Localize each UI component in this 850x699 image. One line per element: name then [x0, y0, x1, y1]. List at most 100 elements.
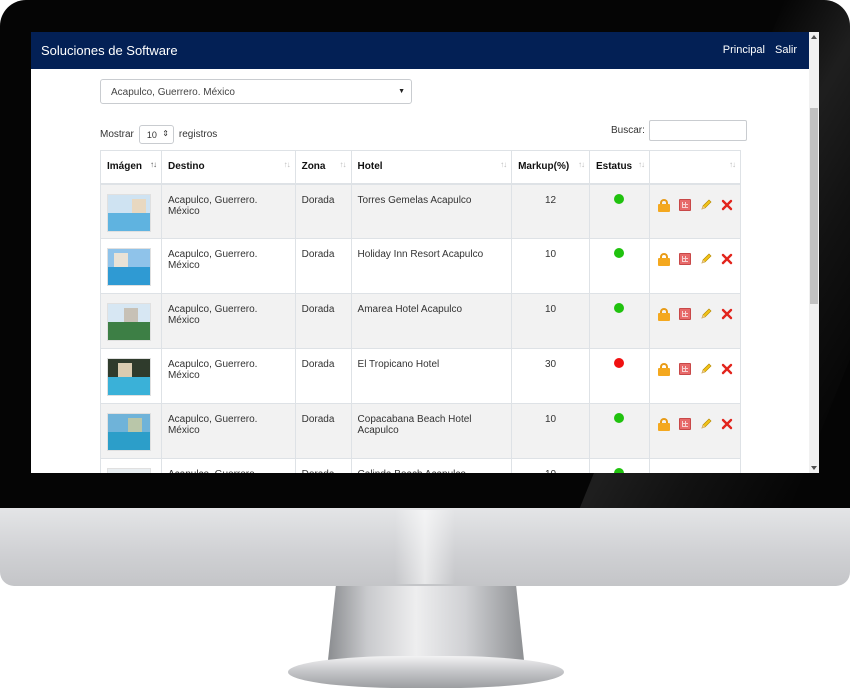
nav-link-salir[interactable]: Salir: [775, 44, 797, 56]
length-select[interactable]: 10 ⇕: [138, 125, 174, 144]
scroll-thumb[interactable]: [810, 108, 818, 304]
destination-select-value: Acapulco, Guerrero. México: [111, 87, 235, 98]
cell-zona: Dorada: [294, 348, 352, 404]
cell-estatus: [589, 293, 650, 349]
brand-title[interactable]: Soluciones de Software: [41, 43, 178, 58]
hotels-table: Imágen ↑↓ Destino ↑↓ Zona ↑↓ Hotel ↑↓ Markup…: [100, 150, 742, 473]
header-estatus[interactable]: Estatus ↑↓: [589, 150, 650, 185]
pencil-icon[interactable]: [700, 253, 712, 265]
cell-markup: 12: [511, 183, 590, 239]
sort-icon: ↑↓: [283, 160, 291, 169]
length-control: Mostrar 10 ⇕ registros: [100, 125, 217, 144]
pencil-icon[interactable]: [700, 418, 712, 430]
app-screen: Soluciones de Software Principal Salir A…: [31, 32, 819, 473]
cell-destino: Acapulco, Guerrero. México: [160, 348, 296, 404]
cell-markup: 10: [511, 293, 590, 349]
scroll-up-icon[interactable]: [809, 32, 819, 42]
header-label: Zona: [301, 161, 326, 172]
monitor-stand-neck: [328, 586, 524, 660]
cell-destino: Acapulco, Guerrero. México: [160, 458, 296, 473]
cell-markup: 10: [511, 403, 590, 459]
cell-destino: Acapulco, Guerrero. México: [160, 293, 296, 349]
table-row: Acapulco, Guerrero. México Dorada Copacaba…: [100, 403, 742, 459]
header-markup[interactable]: Markup(%) ↑↓: [511, 150, 590, 185]
table-row: Acapulco, Guerrero. México Dorada Amarea H…: [100, 293, 742, 349]
updown-caret-icon: ⇕: [162, 129, 169, 138]
hotel-thumbnail[interactable]: [107, 248, 151, 286]
cell-image: [100, 238, 162, 294]
length-select-value: 10: [146, 130, 157, 140]
status-dot-icon: [614, 468, 625, 473]
header-label: Markup(%): [518, 161, 570, 172]
lock-icon[interactable]: [657, 198, 670, 212]
destination-select[interactable]: Acapulco, Guerrero. México ▼: [100, 79, 412, 104]
cell-hotel: Copacabana Beach Hotel Acapulco: [350, 403, 513, 459]
table-row: Acapulco, Guerrero. México Dorada Holiday …: [100, 238, 742, 294]
status-dot-icon: [614, 358, 625, 368]
length-suffix: registros: [178, 129, 218, 140]
header-label: Destino: [167, 161, 205, 172]
calculator-icon[interactable]: [678, 418, 691, 430]
delete-icon[interactable]: [721, 308, 733, 320]
cell-zona: Dorada: [294, 183, 352, 239]
delete-icon[interactable]: [721, 418, 733, 430]
caret-down-icon: ▼: [398, 88, 405, 95]
lock-icon[interactable]: [657, 253, 670, 266]
scroll-down-icon[interactable]: [809, 463, 819, 473]
calculator-icon[interactable]: [678, 253, 691, 265]
cell-hotel: Amarea Hotel Acapulco: [350, 293, 513, 349]
pencil-icon[interactable]: [700, 308, 712, 320]
nav-links: Principal Salir: [723, 44, 797, 56]
delete-icon[interactable]: [721, 363, 733, 375]
header-destino[interactable]: Destino ↑↓: [160, 150, 296, 185]
sort-icon: ↑↓: [500, 160, 507, 169]
cell-zona: Dorada: [294, 238, 352, 294]
cell-actions: [648, 458, 742, 473]
pencil-icon[interactable]: [700, 199, 712, 211]
lock-icon[interactable]: [657, 308, 670, 321]
pencil-icon[interactable]: [700, 363, 712, 375]
delete-icon[interactable]: [721, 253, 733, 265]
header-actions[interactable]: ↑↓: [648, 150, 742, 185]
cell-hotel: Torres Gemelas Acapulco: [350, 183, 513, 239]
hotel-thumbnail[interactable]: [107, 193, 151, 232]
lock-icon[interactable]: [657, 418, 670, 431]
calculator-icon[interactable]: [678, 363, 691, 375]
hotel-thumbnail[interactable]: [107, 358, 151, 396]
header-imagen[interactable]: Imágen ↑↓: [100, 150, 162, 185]
cell-actions: [648, 183, 742, 239]
cell-destino: Acapulco, Guerrero. México: [160, 183, 296, 239]
sort-icon: ↑↓: [578, 160, 585, 169]
cell-image: [100, 458, 162, 473]
hotel-thumbnail[interactable]: [107, 303, 151, 341]
table-row: Acapulco, Guerrero. México Dorada Torres G…: [100, 183, 742, 239]
monitor-stand-base: [288, 656, 564, 688]
cell-actions: [648, 293, 742, 349]
table-row: Acapulco, Guerrero. MéxicoDoradaCalinda …: [100, 458, 742, 473]
cell-zona: Dorada: [294, 293, 352, 349]
search-input[interactable]: [648, 120, 747, 141]
delete-icon[interactable]: [721, 199, 733, 211]
lock-icon[interactable]: [657, 363, 670, 376]
cell-destino: Acapulco, Guerrero. México: [160, 403, 296, 459]
cell-actions: [648, 403, 742, 459]
cell-actions: [648, 238, 742, 294]
cell-hotel: El Tropicano Hotel: [350, 348, 513, 404]
status-dot-icon: [614, 413, 625, 423]
header-zona[interactable]: Zona ↑↓: [294, 150, 352, 185]
calculator-icon[interactable]: [678, 198, 691, 211]
hotel-thumbnail[interactable]: [107, 468, 151, 473]
cell-image: [100, 183, 162, 239]
scrollbar[interactable]: [809, 32, 819, 473]
cell-estatus: [589, 183, 650, 239]
cell-hotel: Calinda Beach Acapulco: [350, 458, 513, 473]
cell-zona: Dorada: [294, 458, 352, 473]
cell-markup: 30: [511, 348, 590, 404]
status-dot-icon: [614, 303, 625, 313]
calculator-icon[interactable]: [678, 308, 691, 320]
nav-link-principal[interactable]: Principal: [723, 44, 765, 56]
table-header-row: Imágen ↑↓ Destino ↑↓ Zona ↑↓ Hotel ↑↓ Markup…: [100, 150, 742, 185]
hotel-thumbnail[interactable]: [107, 413, 151, 451]
header-hotel[interactable]: Hotel ↑↓: [350, 150, 513, 185]
cell-estatus: [589, 458, 650, 473]
